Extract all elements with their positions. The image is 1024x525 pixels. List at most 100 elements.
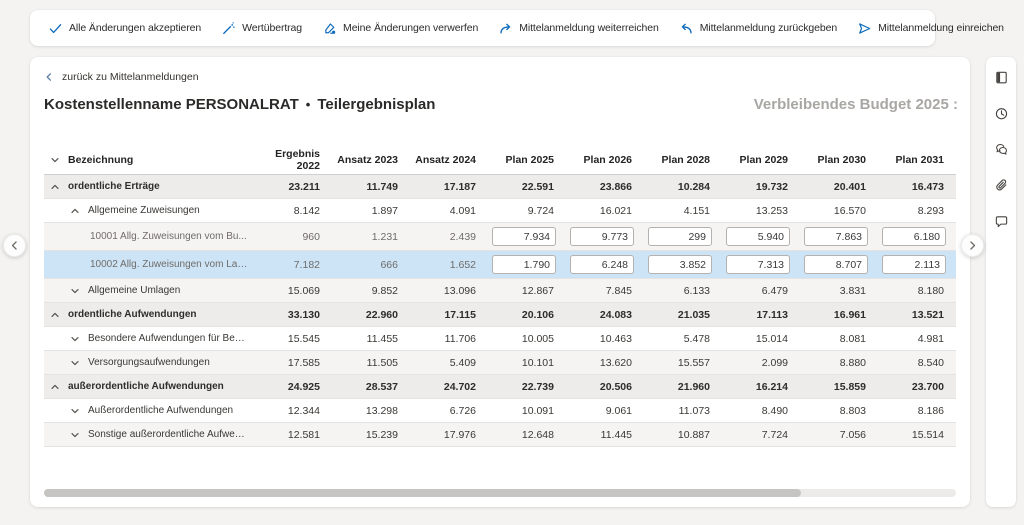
- table-row[interactable]: Sonstige außerordentliche Aufwend... 12.…: [44, 423, 956, 447]
- value-cell: 23.211: [254, 181, 332, 193]
- horizontal-scrollbar-thumb[interactable]: [44, 489, 801, 497]
- value-cell: 9.061: [566, 405, 644, 417]
- toolbar-item[interactable]: Mittelanmeldung zurückgeben: [669, 10, 847, 46]
- value-cell: 28.537: [332, 381, 410, 393]
- undo-arrow-icon: [679, 21, 694, 36]
- row-name-cell: ordentliche Erträge: [44, 181, 254, 192]
- value-cell: 8.803: [800, 405, 878, 417]
- comment-icon[interactable]: [994, 214, 1009, 229]
- chevron-down-icon[interactable]: [50, 155, 60, 165]
- chevron-down-icon[interactable]: [70, 358, 80, 368]
- value-cell: 2.099: [722, 357, 800, 369]
- chevron-up-icon[interactable]: [50, 182, 60, 192]
- next-page-button[interactable]: [961, 234, 984, 257]
- table-row-selected[interactable]: 10002 Allg. Zuweisungen vom Land 7.18266…: [44, 251, 956, 279]
- value-cell: 10.005: [488, 333, 566, 345]
- chevron-down-icon[interactable]: [70, 406, 80, 416]
- column-header-bezeichnung: Bezeichnung: [44, 154, 254, 166]
- table-row[interactable]: Versorgungsaufwendungen 17.58511.5055.40…: [44, 351, 956, 375]
- plan-value-input[interactable]: [570, 227, 634, 246]
- plan-value-cell: [644, 255, 722, 274]
- column-header: Ansatz 2023: [332, 154, 410, 166]
- table-row[interactable]: Besondere Aufwendungen für Besch... 15.5…: [44, 327, 956, 351]
- value-cell: 11.749: [332, 181, 410, 193]
- value-cell: 22.739: [488, 381, 566, 393]
- table-row[interactable]: ordentliche Aufwendungen 33.13022.96017.…: [44, 303, 956, 327]
- value-cell: 16.021: [566, 205, 644, 217]
- forward-arrow-icon: [498, 21, 513, 36]
- value-cell: 20.106: [488, 309, 566, 321]
- row-label: Außerordentliche Aufwendungen: [88, 405, 233, 416]
- chevron-up-icon[interactable]: [50, 310, 60, 320]
- toolbar-item[interactable]: Wertübertrag: [211, 10, 312, 46]
- value-cell: 24.083: [566, 309, 644, 321]
- remaining-budget-label: Verbleibendes Budget 2025 :: [754, 96, 958, 113]
- table-row[interactable]: Allgemeine Zuweisungen 8.1421.8974.0919.…: [44, 199, 956, 223]
- plan-value-input[interactable]: [648, 255, 712, 274]
- value-cell: 6.133: [644, 285, 722, 297]
- row-name-cell: Besondere Aufwendungen für Besch...: [44, 333, 254, 344]
- toolbar-item[interactable]: Mittelanmeldung einreichen: [847, 10, 1014, 46]
- row-name-cell: außerordentliche Aufwendungen: [44, 381, 254, 392]
- back-link[interactable]: zurück zu Mittelanmeldungen: [44, 71, 199, 83]
- value-cell: 12.648: [488, 429, 566, 441]
- horizontal-scrollbar-track: [44, 489, 956, 497]
- toolbar-item-label: Alle Änderungen akzeptieren: [69, 22, 201, 34]
- plan-value-input[interactable]: [492, 255, 556, 274]
- history-icon[interactable]: [994, 106, 1009, 121]
- book-icon[interactable]: [994, 70, 1009, 85]
- value-cell: 13.096: [410, 285, 488, 297]
- chevron-up-icon[interactable]: [70, 206, 80, 216]
- value-cell: 15.514: [878, 429, 956, 441]
- value-cell: 7.056: [800, 429, 878, 441]
- value-cell: 20.401: [800, 181, 878, 193]
- column-header: Ansatz 2024: [410, 154, 488, 166]
- plan-value-input[interactable]: [726, 227, 790, 246]
- value-cell: 13.521: [878, 309, 956, 321]
- plan-value-cell: [878, 255, 956, 274]
- chevron-down-icon[interactable]: [70, 334, 80, 344]
- plan-value-cell: [566, 227, 644, 246]
- table-row[interactable]: Außerordentliche Aufwendungen 12.34413.2…: [44, 399, 956, 423]
- table-row[interactable]: Allgemeine Umlagen 15.0699.85213.09612.8…: [44, 279, 956, 303]
- plan-value-input[interactable]: [882, 255, 946, 274]
- paperclip-icon[interactable]: [994, 178, 1009, 193]
- value-cell: 10.284: [644, 181, 722, 193]
- chat-icon[interactable]: [994, 142, 1009, 157]
- toolbar-item-label: Meine Änderungen verwerfen: [343, 22, 478, 34]
- plan-value-input[interactable]: [804, 227, 868, 246]
- value-cell: 13.298: [332, 405, 410, 417]
- plan-value-input[interactable]: [804, 255, 868, 274]
- back-link-label: zurück zu Mittelanmeldungen: [62, 71, 199, 83]
- value-cell: 12.344: [254, 405, 332, 417]
- table-row[interactable]: ordentliche Erträge 23.21111.74917.18722…: [44, 175, 956, 199]
- value-cell: 13.620: [566, 357, 644, 369]
- column-header: Plan 2031: [878, 154, 956, 166]
- toolbar-item[interactable]: Meine Änderungen verwerfen: [312, 10, 488, 46]
- toolbar-item[interactable]: Mittelanmeldung weiterreichen: [488, 10, 669, 46]
- value-cell: 1.652: [410, 259, 488, 271]
- toolbar-item-label: Wertübertrag: [242, 22, 302, 34]
- plan-value-input[interactable]: [492, 227, 556, 246]
- plan-value-cell: [878, 227, 956, 246]
- column-header-label: Bezeichnung: [68, 154, 133, 166]
- column-header: Plan 2028: [644, 154, 722, 166]
- previous-page-button[interactable]: [3, 234, 26, 257]
- plan-value-input[interactable]: [882, 227, 946, 246]
- plan-value-input[interactable]: [648, 227, 712, 246]
- chevron-down-icon[interactable]: [70, 430, 80, 440]
- row-label: Allgemeine Zuweisungen: [88, 205, 200, 216]
- plan-value-input[interactable]: [726, 255, 790, 274]
- plan-value-input[interactable]: [570, 255, 634, 274]
- chevron-down-icon[interactable]: [70, 286, 80, 296]
- main-card: zurück zu Mittelanmeldungen Kostenstelle…: [30, 57, 970, 507]
- value-cell: 4.151: [644, 205, 722, 217]
- table-row[interactable]: 10001 Allg. Zuweisungen vom Bu... 9601.2…: [44, 223, 956, 251]
- toolbar-item[interactable]: Alle Änderungen akzeptieren: [38, 10, 211, 46]
- value-cell: 10.091: [488, 405, 566, 417]
- row-name-cell: Außerordentliche Aufwendungen: [44, 405, 254, 416]
- chevron-up-icon[interactable]: [50, 382, 60, 392]
- plan-value-cell: [800, 227, 878, 246]
- value-cell: 7.724: [722, 429, 800, 441]
- table-row[interactable]: außerordentliche Aufwendungen 24.92528.5…: [44, 375, 956, 399]
